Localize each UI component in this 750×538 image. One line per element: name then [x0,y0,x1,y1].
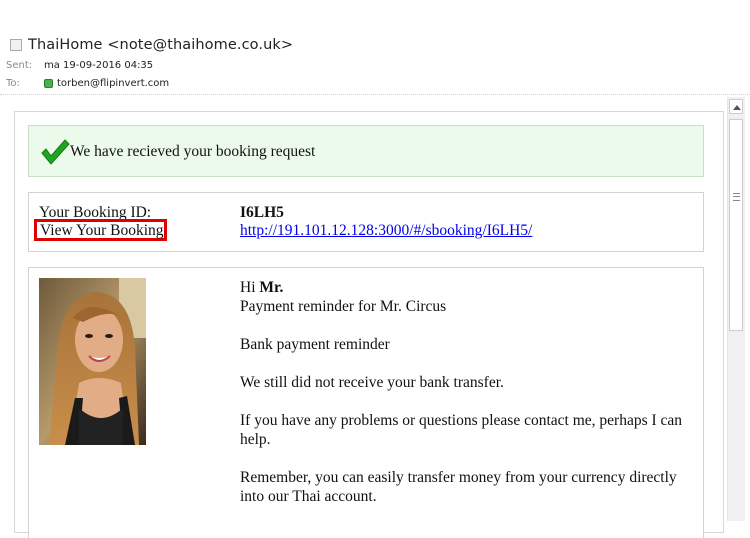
confirmation-text: We have recieved your booking request [70,143,316,160]
to-label: To: [6,78,20,89]
message-line-1: Payment reminder for Mr. Circus [240,298,447,315]
view-booking-label: View Your Booking [40,222,164,239]
confirmation-box: We have recieved your booking request [28,125,704,177]
message-body: We have recieved your booking request Yo… [14,111,724,538]
to-row: To: torben@flipinvert.com [6,78,169,89]
presence-icon [44,79,53,88]
arrow-up-icon [733,105,741,110]
grip-icon [733,193,740,201]
checkmark-icon [41,139,70,165]
sent-row: Sent: ma 19-09-2016 04:35 [6,60,153,71]
message-content-box: Hi Mr. Payment reminder for Mr. Circus B… [28,267,704,538]
select-checkbox[interactable] [10,39,22,51]
greeting-name: Mr. [259,279,284,296]
message-line-5: Remember, you can easily transfer money … [240,469,677,505]
scrollbar-thumb[interactable] [729,119,743,331]
agent-photo [39,278,146,445]
message-text: Hi Mr. Payment reminder for Mr. Circus B… [240,278,700,525]
scroll-up-button[interactable] [729,99,743,114]
recipient-address[interactable]: torben@flipinvert.com [57,78,169,89]
greeting-prefix: Hi [240,279,260,296]
vertical-scrollbar[interactable] [727,97,745,521]
message-line-3: We still did not receive your bank trans… [240,374,504,391]
sent-label: Sent: [6,60,33,71]
greeting-line: Hi Mr. [240,278,700,297]
header-divider [0,94,750,95]
sent-value: ma 19-09-2016 04:35 [44,60,154,71]
booking-id-value: I6LH5 [240,204,284,221]
booking-info-box: Your Booking ID: View Your Booking I6LH5… [28,192,704,252]
view-booking-link[interactable]: http://191.101.12.128:3000/#/sbooking/I6… [240,222,532,240]
sender-address[interactable]: ThaiHome <note@thaihome.co.uk> [28,37,293,53]
message-line-4: If you have any problems or questions pl… [240,412,683,448]
message-line-2: Bank payment reminder [240,336,390,353]
sender-row: ThaiHome <note@thaihome.co.uk> [10,37,293,53]
email-header: ThaiHome <note@thaihome.co.uk> Sent: ma … [0,0,750,96]
